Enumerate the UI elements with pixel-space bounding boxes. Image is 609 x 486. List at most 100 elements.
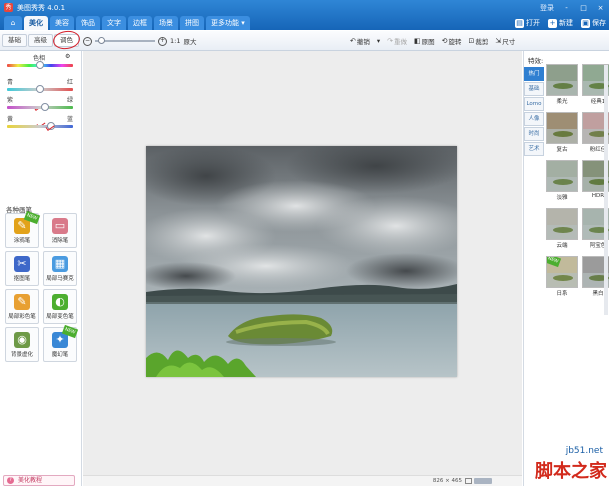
tutorial-label: 美化教程 [18,477,43,484]
mosaic-brush-button[interactable]: ▦ 局部马赛克 [43,251,77,286]
effects-scrollbar[interactable] [604,65,608,315]
compare-icon: ◧ [414,37,421,45]
actual-size-button[interactable]: 原大 [183,36,196,46]
fx-cat-popular[interactable]: 热门 [524,67,544,81]
undo-menu-button[interactable]: ▾ [377,36,380,46]
magenta-green-slider-row: 紫 绿 [7,95,73,113]
save-button[interactable]: ▣ 保存 [581,17,606,29]
cyan-red-slider-knob[interactable] [36,85,44,93]
brush-grid: ✎ 涂鸦笔 NEW ▭ 消除笔 ✂ 抠图笔 ▦ 局部马赛克 ✎ 局部彩色笔 ◐ … [5,210,79,362]
tab-home[interactable]: ⌂ [4,16,22,30]
effect-label: 柔光 [556,99,568,105]
effects-title: 特效: [528,57,544,65]
open-button[interactable]: ▤ 打开 [515,17,540,29]
login-link[interactable]: 登录 [540,3,554,13]
mosaic-brush-label: 局部马赛克 [46,276,74,282]
minimize-button[interactable]: - [562,4,571,12]
eraser-brush-label: 消除笔 [51,238,69,244]
zoom-slider-knob[interactable] [98,37,105,44]
effect-item[interactable]: 复古 [546,112,578,160]
eraser-icon: ▭ [52,218,68,234]
fx-cat-lomo[interactable]: Lomo [524,97,544,111]
doodle-brush-button[interactable]: ✎ 涂鸦笔 NEW [5,210,41,248]
redo-button[interactable]: ↷ 重做 [387,36,407,46]
save-icon: ▣ [581,18,590,28]
fx-cat-fashion[interactable]: 时尚 [524,127,544,141]
crop-icon: ⊡ [468,37,475,45]
new-button[interactable]: + 新建 [548,17,573,29]
tab-beautify[interactable]: 美化 [24,16,48,30]
yellow-blue-slider-track[interactable] [7,125,73,128]
zoom-out-icon[interactable]: − [83,36,92,46]
rotate-button[interactable]: ⟲ 旋转 [442,36,462,46]
maximize-button[interactable]: □ [579,4,588,12]
canvas-area[interactable] [83,51,522,475]
tab-text[interactable]: 文字 [102,16,126,30]
hue-slider-row: 色相 ⚙ [7,53,73,71]
scissors-icon: ✂ [14,256,30,272]
cyan-label: 青 [7,79,14,86]
magic-brush-label: 魔幻笔 [51,352,69,358]
tab-beauty[interactable]: 美容 [50,16,74,30]
recolor-brush-button[interactable]: ◐ 局部变色笔 [43,289,77,324]
subtab-basic[interactable]: 基础 [2,34,27,47]
magenta-label: 紫 [7,97,14,104]
fx-cat-portrait[interactable]: 人像 [524,112,544,126]
chevron-down-icon: ▾ [376,37,381,45]
zoom-control: − + 1:1 原大 [83,36,196,46]
fx-cat-art[interactable]: 艺术 [524,142,544,156]
rotate-label: 旋转 [448,38,462,46]
fx-cat-basic[interactable]: 基础 [524,82,544,96]
undo-button[interactable]: ↶ 撤销 [350,36,370,46]
effects-grid: 柔光 经典1 复古 粉红佳 淡雅 HDR 云端 阿宝色 NEW 日系 黑白 [546,64,609,304]
background-blur-button[interactable]: ◉ 背景虚化 [5,327,39,362]
effect-thumbnail [546,208,578,240]
local-color-brush-button[interactable]: ✎ 局部彩色笔 [5,289,39,324]
effect-preview [547,209,577,239]
effects-panel: 特效: 热门 基础 Lomo 人像 时尚 艺术 柔光 经典1 复古 粉红佳 淡雅 HDR 云… [523,51,609,486]
hue-slider-knob[interactable] [36,61,44,69]
effect-preview [547,161,577,191]
effect-thumbnail [546,64,578,96]
cutout-brush-button[interactable]: ✂ 抠图笔 [5,251,39,286]
blue-label: 蓝 [66,116,73,123]
effect-item[interactable]: NEW 日系 [546,256,578,304]
tutorial-button[interactable]: ? 美化教程 [3,475,75,486]
tab-more[interactable]: 更多功能 ▾ [206,16,250,30]
palette-icon: ◐ [52,294,68,310]
zoom-ratio-button[interactable]: 1:1 [170,37,180,45]
tab-scene[interactable]: 场景 [154,16,178,30]
view-mode-button[interactable] [474,478,492,484]
original-button[interactable]: ◧ 原图 [414,36,435,46]
effects-categories: 热门 基础 Lomo 人像 时尚 艺术 [524,67,544,157]
resize-label: 尺寸 [502,38,516,46]
resize-button[interactable]: ⇲ 尺寸 [495,36,515,46]
subtab-advanced[interactable]: 高级 [28,34,53,47]
zoom-slider[interactable] [95,37,155,44]
effect-item[interactable]: 淡雅 [546,160,578,208]
file-actions: ▤ 打开 + 新建 ▣ 保存 [515,17,606,29]
photo-preview[interactable] [146,146,457,377]
brush-icon: ✎ [14,294,30,310]
effect-item[interactable]: 柔光 [546,64,578,112]
cutout-brush-label: 抠图笔 [13,276,31,282]
green-label: 绿 [66,97,73,104]
eraser-brush-button[interactable]: ▭ 消除笔 [43,213,77,248]
redo-icon: ↷ [387,37,394,45]
hue-reset-icon[interactable]: ⚙ [65,53,70,60]
image-dimensions: 826 × 465 [432,478,462,484]
new-label: 新建 [559,19,573,27]
crop-button[interactable]: ⊡ 裁剪 [469,36,489,46]
magic-brush-button[interactable]: ✦ 魔幻笔 NEW [43,324,79,362]
effect-label: 云端 [556,243,568,249]
fit-icon[interactable] [465,478,472,484]
tab-frame[interactable]: 边框 [128,16,152,30]
magenta-green-slider-knob[interactable] [40,103,49,111]
tab-collage[interactable]: 拼图 [180,16,204,30]
tab-accessories[interactable]: 饰品 [76,16,100,30]
landscape-photo [146,146,457,377]
zoom-in-icon[interactable]: + [158,36,167,46]
close-button[interactable]: × [596,4,605,12]
title-bar: 秀 美图秀秀 4.0.1 登录 - □ × [0,0,609,16]
effect-item[interactable]: 云端 [546,208,578,256]
